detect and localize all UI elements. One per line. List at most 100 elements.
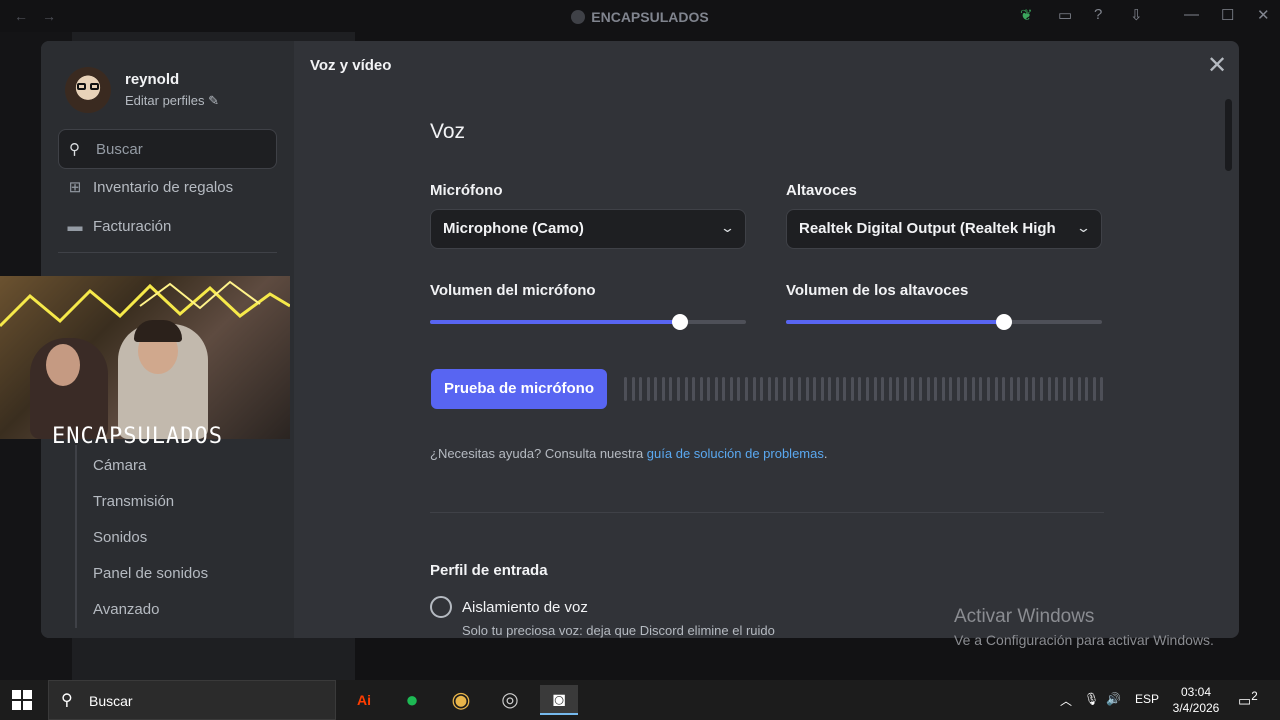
speaker-tray-icon[interactable]: 🔊 [1106,692,1121,706]
mic-test-button[interactable]: Prueba de micrófono [431,369,607,409]
hair-right [134,320,182,342]
mic-volume-slider[interactable] [430,314,746,330]
section-divider [430,512,1104,513]
meter-bar [918,377,922,401]
meter-bar [1024,377,1028,401]
taskbar-search-label: Buscar [89,693,133,709]
close-window-button[interactable]: ✕ [1257,6,1270,24]
meter-bar [639,377,643,401]
leaf-icon[interactable]: ❦ [1020,6,1033,24]
meter-bar [888,377,892,401]
language-indicator[interactable]: ESP [1135,692,1159,706]
settings-content: Voz y vídeo ✕ Voz Micrófono Microphone (… [294,41,1239,638]
sidebar-item-label: Facturación [93,218,172,235]
microphone-select[interactable]: Microphone (Camo) ⌄ [430,209,746,249]
microphone-tray-icon[interactable]: 🎙 [1084,692,1099,706]
minimize-button[interactable]: — [1184,6,1199,23]
taskbar-search[interactable]: ⚲ Buscar [48,680,336,720]
meter-bar [767,377,771,401]
chevron-up-icon[interactable]: ︿ [1060,692,1072,709]
spotify-icon[interactable]: ● [393,685,431,715]
sidebar-item-label: Inventario de regalos [93,179,234,196]
meter-bar [707,377,711,401]
voice-isolation-radio[interactable] [430,596,452,618]
meter-bar [722,377,726,401]
sidebar-item-soundboard[interactable]: Panel de sonidos [93,565,208,582]
meter-bar [873,377,877,401]
meter-bar [956,377,960,401]
start-button[interactable] [12,690,32,710]
search-icon: ⚲ [69,141,80,158]
inbox-icon[interactable]: ▭ [1058,6,1072,24]
discord-taskbar-icon[interactable]: ◙ [540,685,578,715]
speaker-volume-slider[interactable] [786,314,1102,330]
meter-bar [866,377,869,401]
page-title: Voz y vídeo [310,57,392,74]
search-input[interactable] [96,138,266,160]
meter-bar [714,377,718,401]
meter-bar [775,377,779,401]
taskbar-clock[interactable]: 03:04 3/4/2026 [1166,684,1226,716]
meter-bar [737,377,741,401]
microphone-label: Micrófono [430,182,503,199]
meter-bar [631,377,635,401]
notification-icon[interactable]: ▭2 [1238,690,1258,710]
close-settings-button[interactable]: ✕ [1203,53,1231,81]
slider-handle[interactable] [996,314,1013,330]
speaker-volume-label: Volumen de los altavoces [786,282,969,299]
meter-bar [805,377,809,401]
meter-bar [971,377,975,401]
microphone-value: Microphone (Camo) [443,220,584,237]
activate-windows-watermark: Activar Windows Ve a Configuración para … [954,606,1214,648]
help-icon[interactable]: ? [1094,6,1102,23]
sidebar-item-camera[interactable]: Cámara [93,457,146,474]
sidebar-item-billing[interactable]: ▬ Facturación [65,218,172,235]
meter-bar [1062,377,1066,401]
meter-bar [941,377,945,401]
meter-bar [858,377,862,401]
download-icon[interactable]: ⇩ [1130,6,1143,24]
meter-bar [729,377,733,401]
server-icon [571,10,586,24]
username: reynold [125,71,180,88]
chrome-icon[interactable]: ◉ [442,685,480,715]
meter-bar [797,377,801,401]
meter-bar [1085,377,1089,401]
meter-bar [669,377,673,401]
meter-bar [835,377,839,401]
meter-bar [987,377,990,401]
help-text: ¿Necesitas ayuda? Consulta nuestra guía … [430,446,828,461]
meter-bar [745,377,748,401]
maximize-button[interactable]: ☐ [1221,6,1234,24]
meter-bar [676,377,680,401]
input-level-meter [624,377,1104,401]
scrollbar[interactable] [1225,99,1232,171]
clock-date: 3/4/2026 [1172,701,1220,715]
meter-bar [979,377,983,401]
gift-icon: ⊞ [68,179,82,196]
settings-search[interactable]: ⚲ [58,129,277,169]
sidebar-item-advanced[interactable]: Avanzado [93,601,159,618]
illustrator-icon[interactable]: Ai [345,685,383,715]
meter-bar [911,377,915,401]
meter-bar [646,377,650,401]
sidebar-item-gift-inventory[interactable]: ⊞ Inventario de regalos [65,178,233,196]
close-icon: ✕ [1206,52,1228,79]
avatar[interactable] [65,67,111,113]
meter-bar [949,377,953,401]
meter-bar [1100,377,1104,401]
troubleshooting-link[interactable]: guía de solución de problemas [647,446,824,461]
sidebar-item-sounds[interactable]: Sonidos [93,529,147,546]
meter-bar [692,377,696,401]
edit-profiles-link[interactable]: Editar perfiles ✎ [125,93,219,109]
slider-handle[interactable] [671,314,688,330]
watermark-title: Activar Windows [954,606,1095,627]
input-profile-label: Perfil de entrada [430,562,548,579]
speakers-select[interactable]: Realtek Digital Output (Realtek High D ⌄ [786,209,1102,249]
obs-icon[interactable]: ◎ [491,685,529,715]
meter-bar [624,377,627,401]
sidebar-item-streaming[interactable]: Transmisión [93,493,174,510]
meter-bar [699,377,703,401]
sidebar-divider [58,252,277,253]
chevron-down-icon: ⌄ [1075,220,1092,235]
